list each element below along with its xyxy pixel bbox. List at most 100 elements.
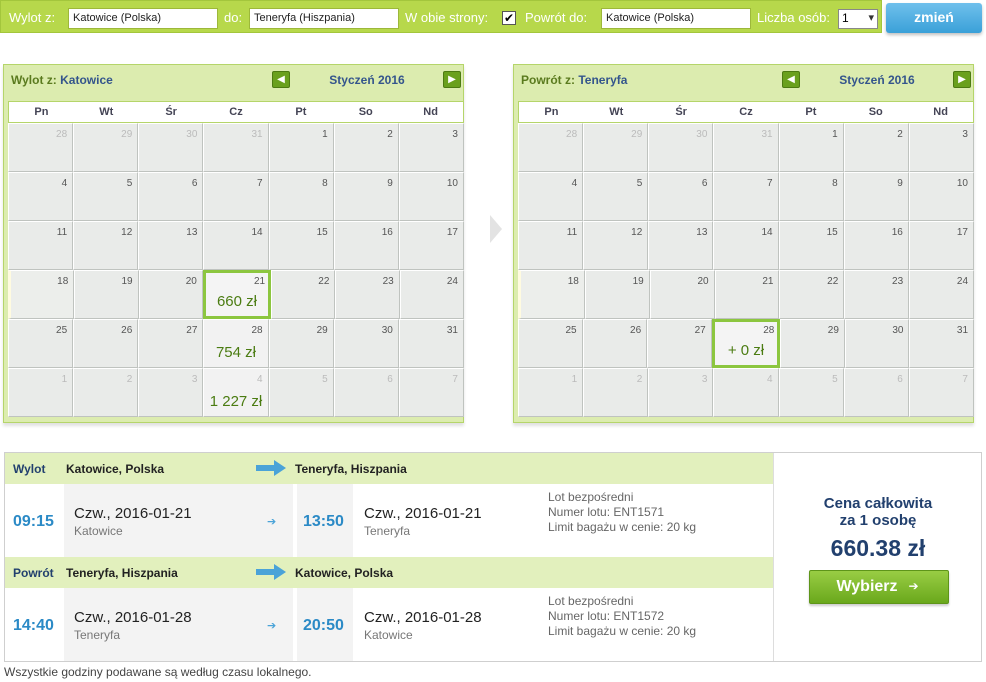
calendar-day: 16 (843, 221, 909, 270)
outbound-info: Lot bezpośredni Numer lotu: ENT1571 Limit … (548, 490, 697, 534)
day-number: 18 (567, 276, 579, 287)
calendar-day: 25 (8, 319, 74, 368)
day-number: 24 (956, 276, 969, 287)
day-number: 29 (121, 129, 133, 140)
day-number: 22 (318, 276, 330, 287)
day-number: 31 (761, 129, 773, 140)
calendar-day: 7 (398, 368, 464, 417)
day-number: 3 (191, 374, 198, 385)
weekday-label: So (358, 106, 373, 118)
day-number: 27 (694, 325, 706, 336)
day-number: 12 (631, 227, 643, 238)
day-price: 1 227 zł (209, 393, 263, 410)
day-number: 5 (322, 374, 328, 385)
weekday-header: Pn Wt Śr Cz Pt So Nd (518, 101, 974, 123)
day-number: 2 (126, 374, 133, 385)
return-dep-date: Czw., 2016-01-28 (74, 609, 192, 626)
calendar-day: 27 (138, 319, 204, 368)
return-to: Katowice, Polska (295, 566, 394, 580)
calendar-day: 12 (583, 221, 649, 270)
outbound-dep-city: Katowice (74, 524, 123, 538)
calendar-day: 28 (518, 123, 584, 172)
day-number: 21 (254, 276, 266, 287)
calendar-day: 18 (8, 270, 75, 319)
next-month-button[interactable]: ▶ (953, 71, 971, 88)
calendar-day: 3 (908, 123, 974, 172)
calendar-day: 24 (909, 270, 975, 319)
return-input[interactable]: Katowice (Polska) (601, 8, 751, 29)
calendar-day-price[interactable]: 28 + 0 zł (711, 319, 781, 368)
weekday-label: Śr (675, 106, 687, 118)
calendar-day: 10 (908, 172, 974, 221)
day-number: 25 (565, 325, 577, 336)
from-label: Wylot z: (9, 10, 56, 25)
calendar-week: 25 26 27 28 + 0 zł 29 30 31 (518, 319, 975, 368)
calendar-day: 22 (271, 270, 336, 319)
calendar-day-price[interactable]: 21 660 zł (202, 270, 272, 319)
people-select[interactable]: 1 ▾ (838, 9, 878, 29)
calendar-day: 2 (333, 123, 399, 172)
day-number: 23 (382, 276, 394, 287)
calendar-week: 28 29 30 31 1 2 3 (8, 123, 464, 172)
day-number: 17 (956, 227, 968, 238)
outbound-dep-date: Czw., 2016-01-21 (74, 505, 192, 522)
day-number: 22 (827, 276, 839, 287)
day-number: 13 (186, 227, 198, 238)
return-arr-date: Czw., 2016-01-28 (364, 609, 482, 626)
day-number: 14 (761, 227, 773, 238)
day-number: 3 (701, 374, 708, 385)
day-number: 16 (891, 227, 903, 238)
calendar-day: 4 (518, 172, 584, 221)
calendar-day: 6 (648, 172, 714, 221)
calendar-day: 14 (203, 221, 269, 270)
return-arr-city: Katowice (364, 628, 413, 642)
calendar-day: 6 (333, 368, 399, 417)
from-input[interactable]: Katowice (Polska) (68, 8, 218, 29)
calendar-week: 1 2 3 4 5 6 7 (518, 368, 974, 417)
calendar-day: 31 (713, 123, 779, 172)
calendar-day-price[interactable]: 4 1 227 zł (203, 368, 269, 417)
calendar-week: 11 12 13 14 15 16 17 (8, 221, 464, 270)
calendar-day: 1 (268, 123, 334, 172)
day-number: 28 (56, 129, 68, 140)
calendar-day: 11 (8, 221, 74, 270)
arrow-left-icon: ◀ (277, 74, 285, 85)
calendar-day-price[interactable]: 28 754 zł (203, 319, 269, 368)
calendar-day: 5 (583, 172, 649, 221)
flight-summary: Wylot Katowice, Polska Teneryfa, Hiszpan… (4, 452, 982, 662)
calendar-day: 5 (268, 368, 334, 417)
to-input[interactable]: Teneryfa (Hiszpania) (249, 8, 399, 29)
select-button[interactable]: Wybierz ➔ (809, 570, 949, 604)
calendar-day: 29 (268, 319, 334, 368)
next-month-button[interactable]: ▶ (443, 71, 461, 88)
day-number: 29 (827, 325, 839, 336)
day-price: 754 zł (215, 344, 256, 361)
weekday-label: Nd (933, 106, 948, 118)
weekday-label: Śr (165, 106, 177, 118)
day-number: 26 (121, 325, 133, 336)
return-arr-time: 20:50 (303, 617, 344, 634)
arrow-right-icon: ▶ (958, 74, 966, 85)
round-trip-checkbox[interactable]: ✔ (502, 11, 516, 25)
prev-month-button[interactable]: ◀ (782, 71, 800, 88)
prev-month-button[interactable]: ◀ (272, 71, 290, 88)
day-number: 20 (185, 276, 197, 287)
calendar-day: 30 (138, 123, 204, 172)
day-number: 31 (446, 325, 458, 336)
calendar-day: 5 (73, 172, 139, 221)
day-number: 3 (452, 129, 458, 140)
change-button[interactable]: zmień (886, 3, 982, 33)
outbound-calendar-title: Wylot z: Katowice (11, 73, 113, 87)
calendar-day: 15 (268, 221, 334, 270)
calendar-day: 1 (518, 368, 584, 417)
day-number: 15 (826, 227, 838, 238)
outbound-arr-date: Czw., 2016-01-21 (364, 505, 482, 522)
day-number: 30 (696, 129, 708, 140)
day-number: 7 (962, 374, 968, 385)
weekday-label: Pn (34, 106, 49, 118)
calendar-day: 5 (778, 368, 844, 417)
total-price: 660.38 zł (830, 535, 926, 561)
return-calendar-title: Powrót z: Teneryfa (521, 73, 628, 87)
calendar-day: 21 (714, 270, 780, 319)
day-number: 5 (832, 374, 838, 385)
